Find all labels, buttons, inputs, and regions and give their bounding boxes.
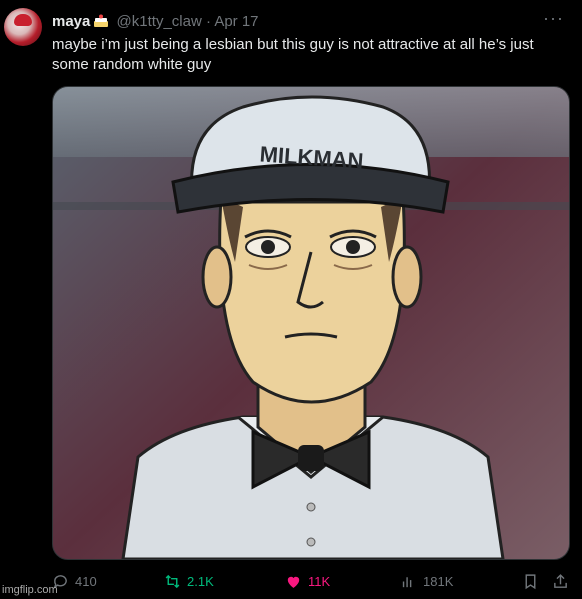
reply-count: 410 xyxy=(75,573,97,589)
share-icon xyxy=(554,573,567,588)
tweet-text: maybe i’m just being a lesbian but this … xyxy=(52,36,534,73)
tweet-media[interactable]: MILKMAN xyxy=(52,86,570,560)
heart-icon xyxy=(287,576,300,588)
reply-button[interactable]: 410 xyxy=(52,572,97,590)
separator-dot: · xyxy=(205,13,211,30)
tweet-date[interactable]: Apr 17 xyxy=(214,13,258,30)
retweet-count: 2.1K xyxy=(187,573,214,589)
views-button[interactable]: 181K xyxy=(400,572,453,590)
bookmark-button[interactable] xyxy=(522,572,539,590)
tweet-header: maya @k1tty_claw · Apr 17 xyxy=(52,12,259,31)
author-avatar[interactable] xyxy=(4,8,42,46)
author-handle[interactable]: @k1tty_claw xyxy=(117,13,202,30)
retweet-button[interactable]: 2.1K xyxy=(164,572,214,590)
tweet-actions: 410 2.1K 11K 181K xyxy=(52,572,572,592)
retweet-icon xyxy=(165,574,180,588)
cake-icon xyxy=(94,14,109,27)
views-icon xyxy=(402,576,412,587)
share-button[interactable] xyxy=(552,572,569,590)
bookmark-icon xyxy=(525,573,536,589)
view-count: 181K xyxy=(423,573,454,589)
milkman-illustration: MILKMAN xyxy=(53,87,569,559)
imgflip-watermark: imgflip.com xyxy=(2,584,58,596)
like-count: 11K xyxy=(308,573,331,589)
more-icon[interactable]: ··· xyxy=(543,8,564,29)
author-display-name[interactable]: maya xyxy=(52,13,90,30)
like-button[interactable]: 11K xyxy=(285,572,330,590)
